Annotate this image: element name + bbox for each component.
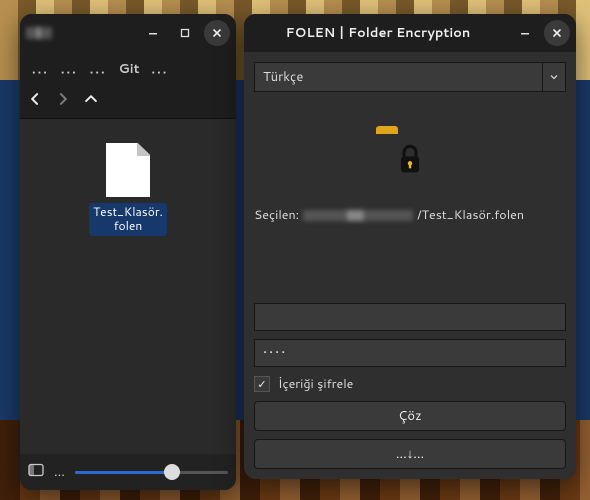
minimize-button[interactable] bbox=[140, 20, 166, 46]
locked-folder-icon bbox=[372, 126, 448, 184]
path-input[interactable] bbox=[254, 303, 566, 331]
selected-path-redacted bbox=[303, 210, 413, 221]
selected-label: Seçilen: bbox=[254, 206, 299, 224]
encrypt-content-label: İçeriği şifrele bbox=[278, 375, 353, 393]
folen-titlebar: FOLEN | Folder Encryption bbox=[244, 14, 576, 52]
file-icon bbox=[106, 143, 150, 197]
file-manager-window: ... ... ... Git ... Test_Klasör. folen .… bbox=[20, 14, 236, 490]
nav-up-icon[interactable] bbox=[84, 92, 98, 111]
nav-forward-icon[interactable] bbox=[56, 92, 70, 111]
decrypt-button[interactable]: Çöz bbox=[254, 401, 566, 431]
file-manager-appmenu[interactable] bbox=[26, 20, 52, 46]
folen-window: FOLEN | Folder Encryption Türkçe bbox=[244, 14, 576, 479]
file-grid[interactable]: Test_Klasör. folen bbox=[20, 119, 236, 454]
folen-body: Türkçe Seçilen: /Test_Klasör.folen bbox=[244, 52, 576, 479]
maximize-button[interactable] bbox=[172, 20, 198, 46]
breadcrumb-segment[interactable]: ... bbox=[146, 60, 175, 78]
breadcrumb-segment-current[interactable]: Git bbox=[113, 60, 146, 78]
save-to-button-label: ...↓... bbox=[396, 445, 424, 463]
chevron-down-icon bbox=[542, 63, 565, 91]
bottom-toolbar: ... bbox=[20, 454, 236, 490]
language-dropdown[interactable]: Türkçe bbox=[254, 62, 566, 92]
breadcrumb-segment[interactable]: ... bbox=[55, 60, 84, 78]
language-value: Türkçe bbox=[263, 68, 303, 86]
file-item[interactable]: Test_Klasör. folen bbox=[83, 143, 173, 236]
breadcrumb[interactable]: ... ... ... Git ... bbox=[20, 52, 236, 84]
selected-path-row: Seçilen: /Test_Klasör.folen bbox=[254, 204, 566, 242]
breadcrumb-segment[interactable]: ... bbox=[26, 60, 55, 78]
lock-icon bbox=[395, 142, 425, 176]
slider-thumb[interactable] bbox=[164, 464, 180, 480]
close-button[interactable] bbox=[204, 20, 230, 46]
password-mask: •••• bbox=[263, 344, 287, 362]
decrypt-button-label: Çöz bbox=[398, 407, 422, 425]
close-button[interactable] bbox=[544, 20, 570, 46]
password-input[interactable]: •••• bbox=[254, 339, 566, 367]
minimize-button[interactable] bbox=[512, 20, 538, 46]
zoom-slider[interactable] bbox=[75, 462, 228, 482]
folen-title: FOLEN | Folder Encryption bbox=[250, 24, 506, 42]
selected-path-tail: /Test_Klasör.folen bbox=[417, 206, 524, 224]
nav-toolbar bbox=[20, 84, 236, 119]
nav-back-icon[interactable] bbox=[28, 92, 42, 111]
bottombar-dots[interactable]: ... bbox=[54, 463, 65, 481]
logo-area bbox=[254, 92, 566, 204]
save-to-button[interactable]: ...↓... bbox=[254, 439, 566, 469]
file-label: Test_Klasör. folen bbox=[89, 203, 167, 236]
file-manager-titlebar bbox=[20, 14, 236, 52]
encrypt-content-checkbox[interactable]: ✓ İçeriği şifrele bbox=[254, 375, 566, 393]
checkbox-icon: ✓ bbox=[254, 376, 270, 392]
breadcrumb-segment[interactable]: ... bbox=[84, 60, 113, 78]
sidebar-toggle-icon[interactable] bbox=[28, 463, 44, 482]
